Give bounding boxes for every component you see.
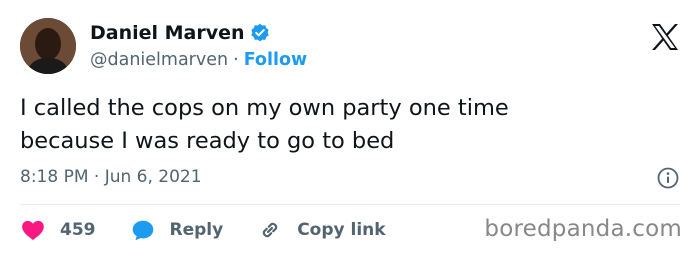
link-icon [263, 222, 278, 238]
heart-icon [22, 220, 44, 240]
avatar-image [20, 18, 76, 74]
tweet-timestamp[interactable]: 8:18 PM · Jun 6, 2021 [20, 167, 202, 187]
like-button[interactable]: 459 [20, 217, 96, 243]
separator-dot: · [233, 50, 239, 70]
follow-button[interactable]: Follow [244, 50, 307, 70]
copy-link-button[interactable]: Copy link [257, 217, 386, 243]
verified-badge-icon [250, 23, 270, 43]
like-count: 459 [60, 220, 96, 240]
info-icon[interactable] [656, 166, 680, 190]
tweet-card: Daniel Marven @danielmarven · Follow I c… [0, 0, 700, 256]
author-name[interactable]: Daniel Marven [90, 22, 245, 44]
reply-button[interactable]: Reply [130, 217, 224, 243]
x-logo-icon[interactable] [650, 22, 680, 52]
tweet-text-line-2: because I was ready to go to bed [20, 128, 395, 154]
reply-bubble-icon [132, 220, 153, 241]
author-handle[interactable]: @danielmarven [90, 50, 228, 70]
handle-row: @danielmarven · Follow [90, 48, 307, 72]
avatar[interactable] [20, 18, 76, 74]
watermark: boredpanda.com [484, 216, 682, 242]
tweet-text-line-1: I called the cops on my own party one ti… [20, 95, 509, 121]
tweet-text: I called the cops on my own party one ti… [20, 92, 660, 158]
reply-label: Reply [169, 220, 224, 240]
author-name-row: Daniel Marven [90, 20, 270, 46]
actions-row: 459 Reply Copy link [20, 216, 420, 244]
divider [20, 204, 680, 205]
copy-link-label: Copy link [297, 220, 386, 240]
